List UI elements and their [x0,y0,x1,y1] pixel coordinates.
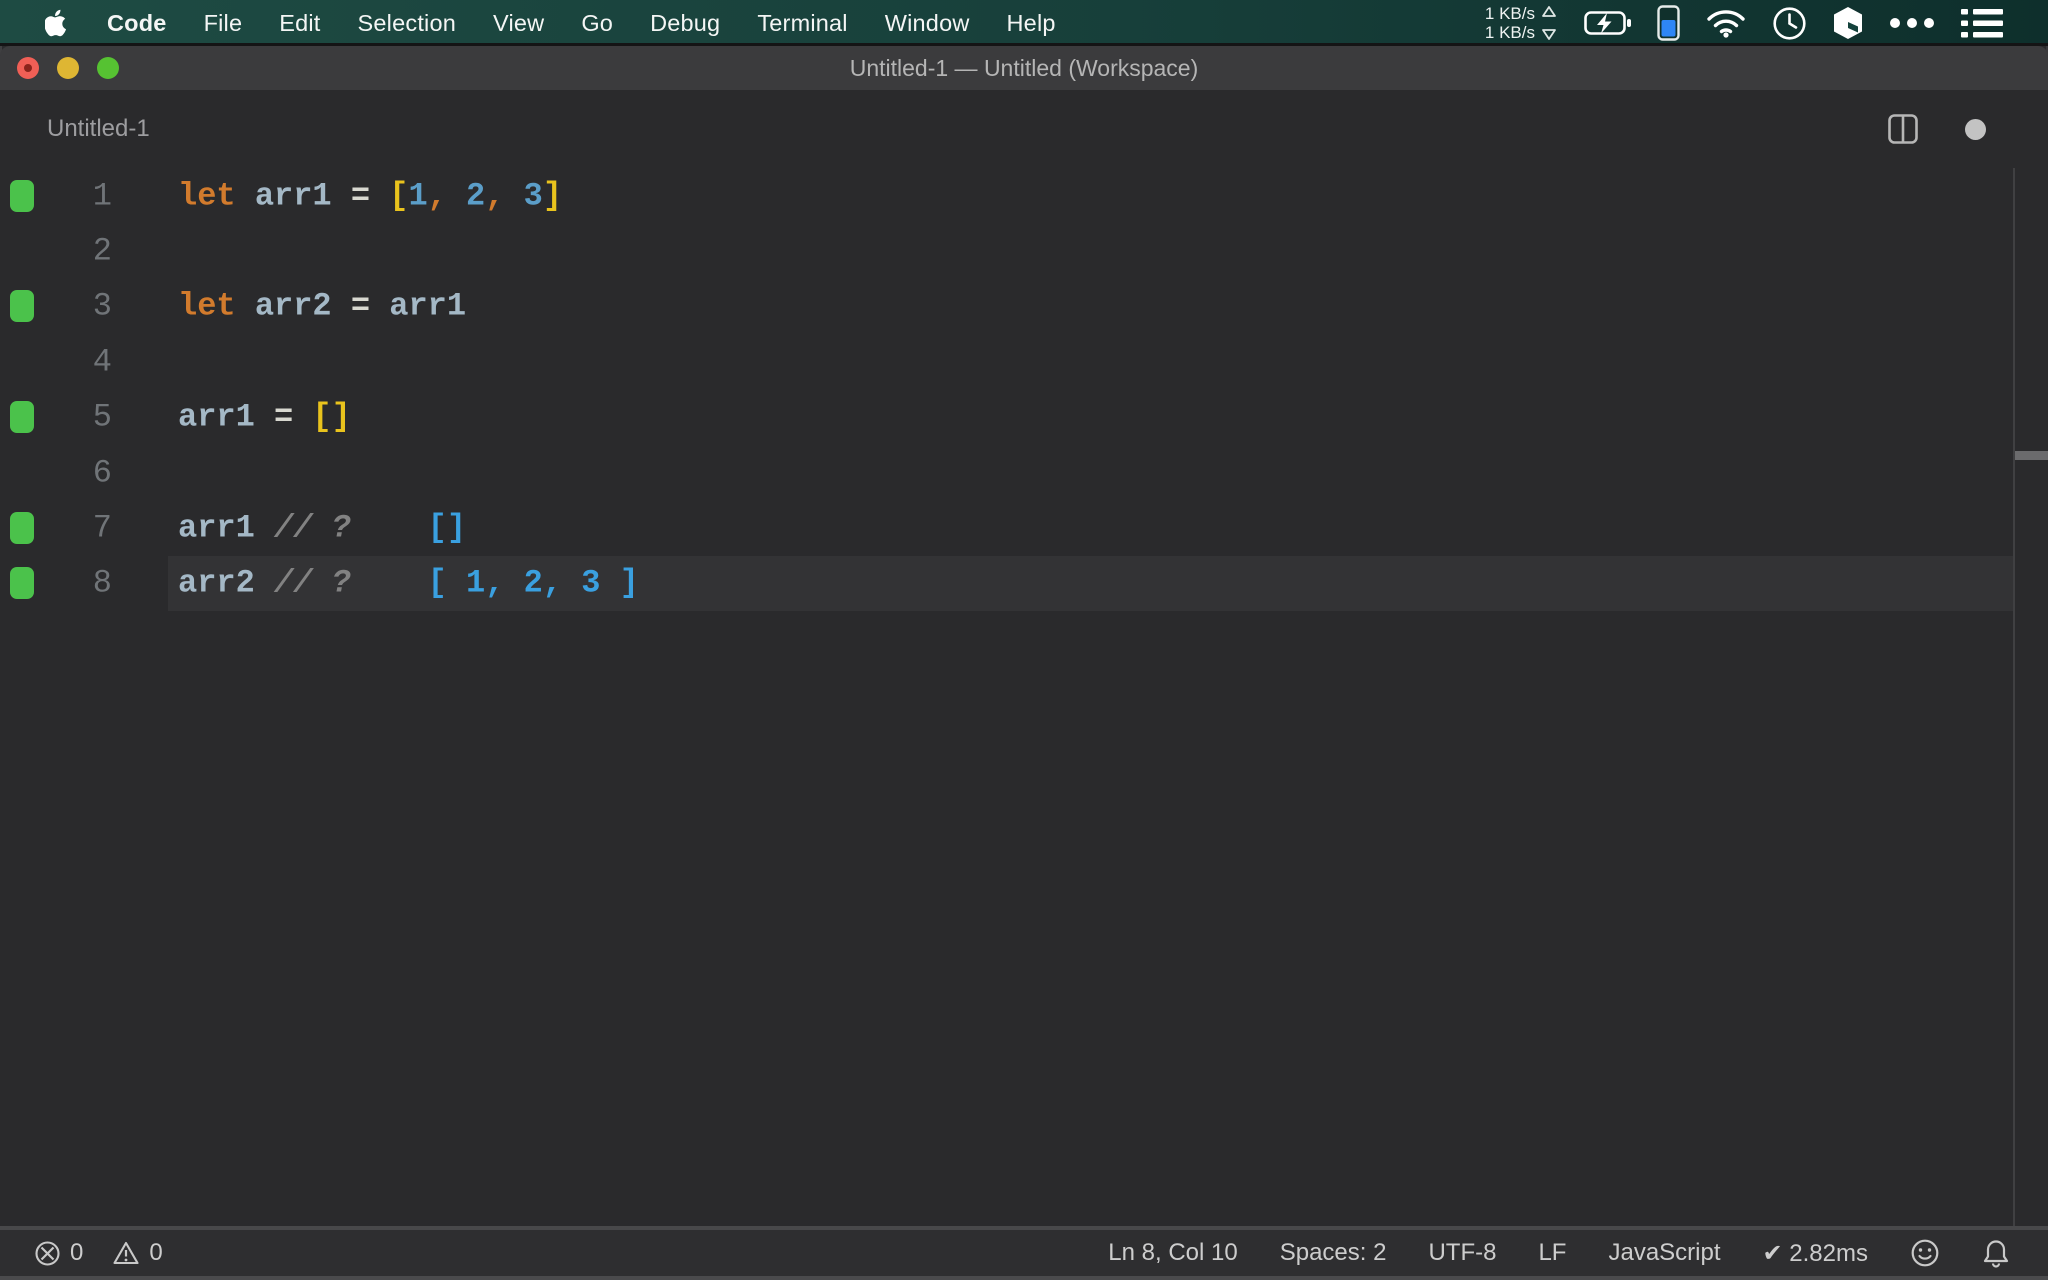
code-line-1[interactable]: 1 let arr1 = [1, 2, 3] [0,168,2048,223]
code-line-3[interactable]: 3 let arr2 = arr1 [0,279,2048,334]
status-item-language-mode[interactable]: JavaScript [1608,1239,1720,1267]
status-item-eol-sequence[interactable]: LF [1538,1239,1566,1267]
code-text: arr1 = [] [178,398,351,436]
list-icon[interactable] [1961,8,2003,39]
code-text: let arr2 = arr1 [178,287,467,325]
errors-count: 0 [70,1239,84,1266]
minimize-button[interactable] [57,57,79,79]
overflow-dots-icon[interactable] [1889,17,1935,29]
menu-item-go[interactable]: Go [581,10,613,37]
menu-item-file[interactable]: File [204,10,243,37]
overview-ruler-border [2013,168,2015,1226]
line-number: 6 [92,454,112,492]
menu-item-terminal[interactable]: Terminal [757,10,847,37]
close-button[interactable] [17,57,39,79]
window-bottom-border [0,1276,2048,1280]
editor-header: Untitled-1 [0,90,2048,168]
code-line-7[interactable]: 7 arr1 // ? [] [0,500,2048,555]
network-speed-widget[interactable]: 1 KB/s 1 KB/s [1485,3,1558,43]
network-up-label: 1 KB/s [1484,4,1535,23]
notifications-bell-icon[interactable] [1982,1238,2010,1268]
menu-bar-status-icons: 1 KB/s 1 KB/s [1485,3,2048,43]
problems-indicator[interactable]: 0 0 [0,1239,163,1267]
battery-level-icon[interactable] [1657,5,1680,41]
status-item-encoding[interactable]: UTF-8 [1428,1239,1496,1267]
code-line-5[interactable]: 5 arr1 = [] [0,390,2048,445]
line-number: 7 [92,509,112,547]
window-title: Untitled-1 — Untitled (Workspace) [849,54,1199,81]
clock-icon[interactable] [1772,6,1807,41]
menu-item-help[interactable]: Help [1007,10,1056,37]
apple-logo-icon [45,9,66,37]
status-item-cursor-position[interactable]: Ln 8, Col 10 [1108,1239,1237,1267]
line-number: 8 [92,564,112,602]
menu-item-window[interactable]: Window [885,10,970,37]
tab-title[interactable]: Untitled-1 [47,115,150,143]
feedback-smiley-icon[interactable] [1910,1238,1940,1268]
line-number: 3 [92,287,112,325]
unsaved-changes-dot[interactable] [1965,118,1986,140]
wifi-icon[interactable] [1706,8,1746,38]
menu-item-debug[interactable]: Debug [650,10,720,37]
line-number: 1 [92,177,112,215]
code-line-6[interactable]: 6 [0,445,2048,500]
traffic-lights [17,57,119,79]
line-number: 4 [92,343,112,381]
menu-items: Code File Edit Selection View Go Debug Terminal… [0,8,1056,38]
menu-item-code[interactable]: Code [107,10,167,37]
screen: Code File Edit Selection View Go Debug Terminal… [0,0,2048,1280]
apple-menu[interactable] [45,8,70,38]
code-text: arr1 // ? [] [178,509,467,547]
code-lines: 1 let arr1 = [1, 2, 3] 2 3 let arr2 = arr1 4 5… [0,168,2048,612]
zoom-button[interactable] [97,57,119,79]
network-down-label: 1 KB/s [1484,23,1535,42]
code-line-8[interactable]: 8 arr2 // ? [ 1, 2, 3 ] [0,555,2048,612]
split-editor-icon[interactable] [1887,113,1919,145]
status-item-indentation[interactable]: Spaces: 2 [1280,1239,1387,1267]
code-editor[interactable]: 1 let arr1 = [1, 2, 3] 2 3 let arr2 = arr1 4 5… [0,168,2048,1226]
menu-item-view[interactable]: View [493,10,544,37]
editor-actions [1887,90,2048,168]
status-right-items: Ln 8, Col 10 Spaces: 2 UTF-8 LF JavaScript ✔ … [1108,1239,1868,1268]
menu-item-selection[interactable]: Selection [358,10,456,37]
cube-icon[interactable] [1833,6,1863,40]
window-title-bar[interactable]: Untitled-1 — Untitled (Workspace) [0,46,2048,90]
overview-ruler-marker[interactable] [2015,451,2048,460]
warnings-icon [113,1241,139,1265]
code-text: let arr1 = [1, 2, 3] [178,177,563,215]
menu-item-edit[interactable]: Edit [279,10,320,37]
menu-bar: Code File Edit Selection View Go Debug Terminal… [0,0,2048,46]
line-number: 2 [92,232,112,270]
line-number: 5 [92,398,112,436]
status-bar: 0 0 Ln 8, Col 10 Spaces: 2 UTF-8 LF JavaScri… [0,1230,2048,1276]
code-line-4[interactable]: 4 [0,334,2048,389]
warnings-count: 0 [149,1239,163,1266]
battery-charging-icon[interactable] [1584,9,1631,37]
code-line-2[interactable]: 2 [0,223,2048,278]
errors-icon [35,1240,60,1266]
status-item-quokka-run-time[interactable]: ✔ 2.82ms [1763,1239,1868,1268]
code-text: arr2 // ? [ 1, 2, 3 ] [178,564,639,602]
network-arrows-icon [1542,6,1556,40]
